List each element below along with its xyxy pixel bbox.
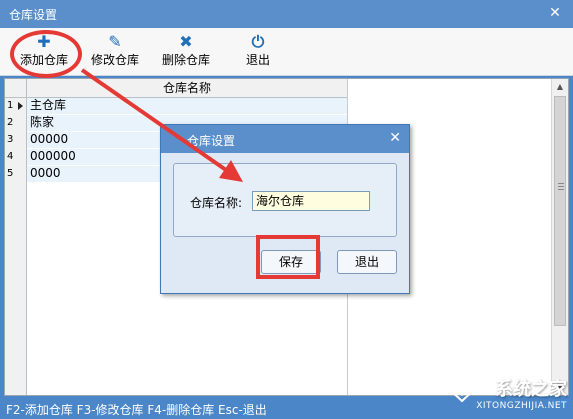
watermark-brand: 系统之家 [495, 379, 567, 400]
brand-logo-icon [447, 377, 477, 403]
watermark: 系统之家 XITONGZHIJIA.NET [447, 373, 567, 417]
main-window: 仓库设置 ✕ ✚ 添加仓库 ✎ 修改仓库 ✖ 删除仓库 ⏻ 退出 仓库名称 1 … [0, 0, 573, 419]
annotation-arrow [80, 68, 243, 182]
watermark-site: XITONGZHIJIA.NET [476, 401, 567, 411]
